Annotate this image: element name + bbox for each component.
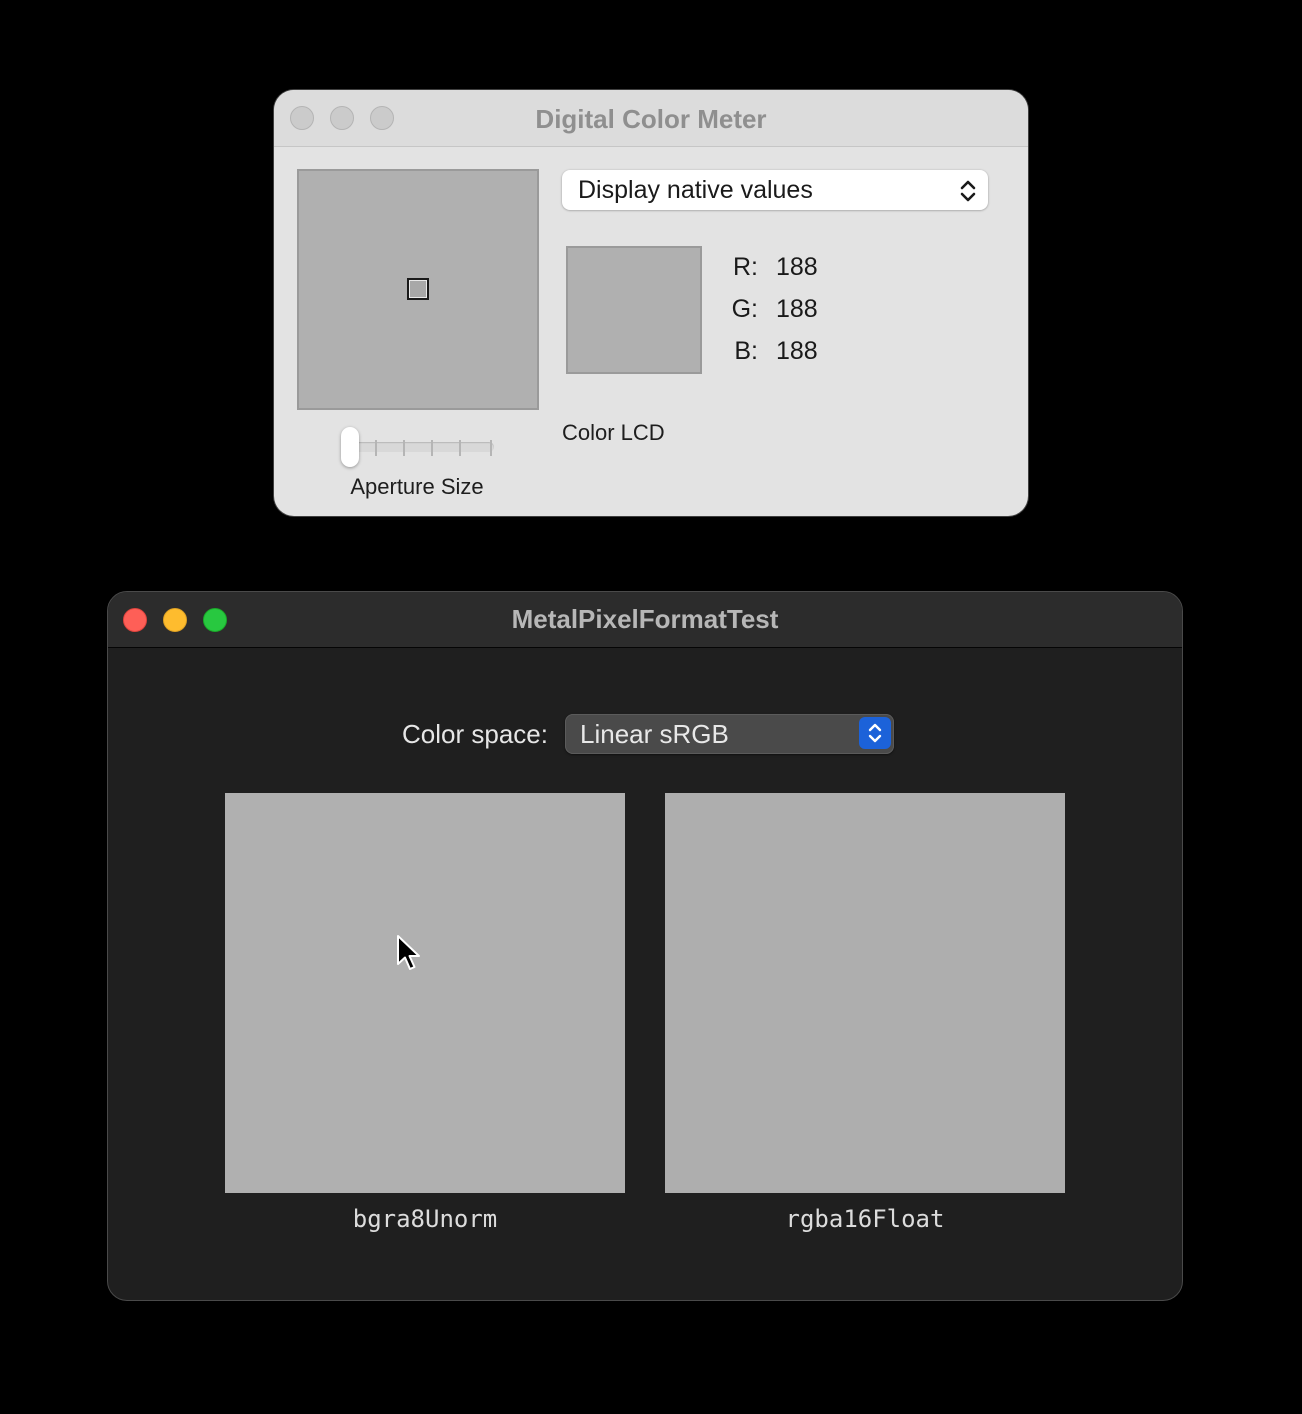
chevron-up-down-icon <box>868 723 882 743</box>
display-mode-select[interactable]: Display native values <box>562 170 988 210</box>
green-channel-row: G: 188 <box>714 295 874 327</box>
window-title: MetalPixelFormatTest <box>511 604 779 634</box>
display-mode-value: Display native values <box>578 176 813 204</box>
aperture-preview <box>297 169 539 410</box>
color-space-stepper[interactable] <box>859 717 891 749</box>
metal-pixel-format-test-window: MetalPixelFormatTest Color space: Linear… <box>107 591 1183 1301</box>
rgba16float-label: rgba16Float <box>785 1205 945 1233</box>
title-bar[interactable]: MetalPixelFormatTest <box>108 592 1182 648</box>
slider-tick <box>490 440 492 456</box>
sample-color-swatch <box>566 246 702 374</box>
bgra8unorm-label: bgra8Unorm <box>352 1205 498 1233</box>
slider-tick <box>375 440 377 456</box>
red-channel-value: 188 <box>776 253 818 281</box>
rgba16float-swatch <box>665 793 1065 1193</box>
aperture-size-slider-knob[interactable] <box>341 427 359 467</box>
title-bar[interactable]: Digital Color Meter <box>274 90 1028 147</box>
green-channel-label: G: <box>731 295 758 323</box>
slider-tick <box>403 440 405 456</box>
arrow-cursor-icon <box>397 935 420 970</box>
display-name-label: Color LCD <box>562 420 665 445</box>
aperture-marker <box>407 278 429 300</box>
red-channel-label: R: <box>733 253 758 281</box>
color-space-select[interactable]: Linear sRGB <box>565 714 894 754</box>
color-space-value: Linear sRGB <box>580 719 729 749</box>
blue-channel-value: 188 <box>776 337 818 365</box>
digital-color-meter-window: Digital Color Meter Aperture Size Displa… <box>274 90 1028 516</box>
slider-tick <box>431 440 433 456</box>
green-channel-value: 188 <box>776 295 818 323</box>
bgra8unorm-swatch <box>225 793 625 1193</box>
aperture-size-slider-track[interactable] <box>348 442 494 452</box>
blue-channel-row: B: 188 <box>714 337 874 369</box>
aperture-size-label: Aperture Size <box>350 474 484 499</box>
color-space-label: Color space: <box>402 719 548 749</box>
red-channel-row: R: 188 <box>714 253 874 285</box>
chevron-up-down-icon <box>960 180 976 202</box>
blue-channel-label: B: <box>734 337 758 365</box>
window-title: Digital Color Meter <box>535 104 767 134</box>
slider-tick <box>459 440 461 456</box>
